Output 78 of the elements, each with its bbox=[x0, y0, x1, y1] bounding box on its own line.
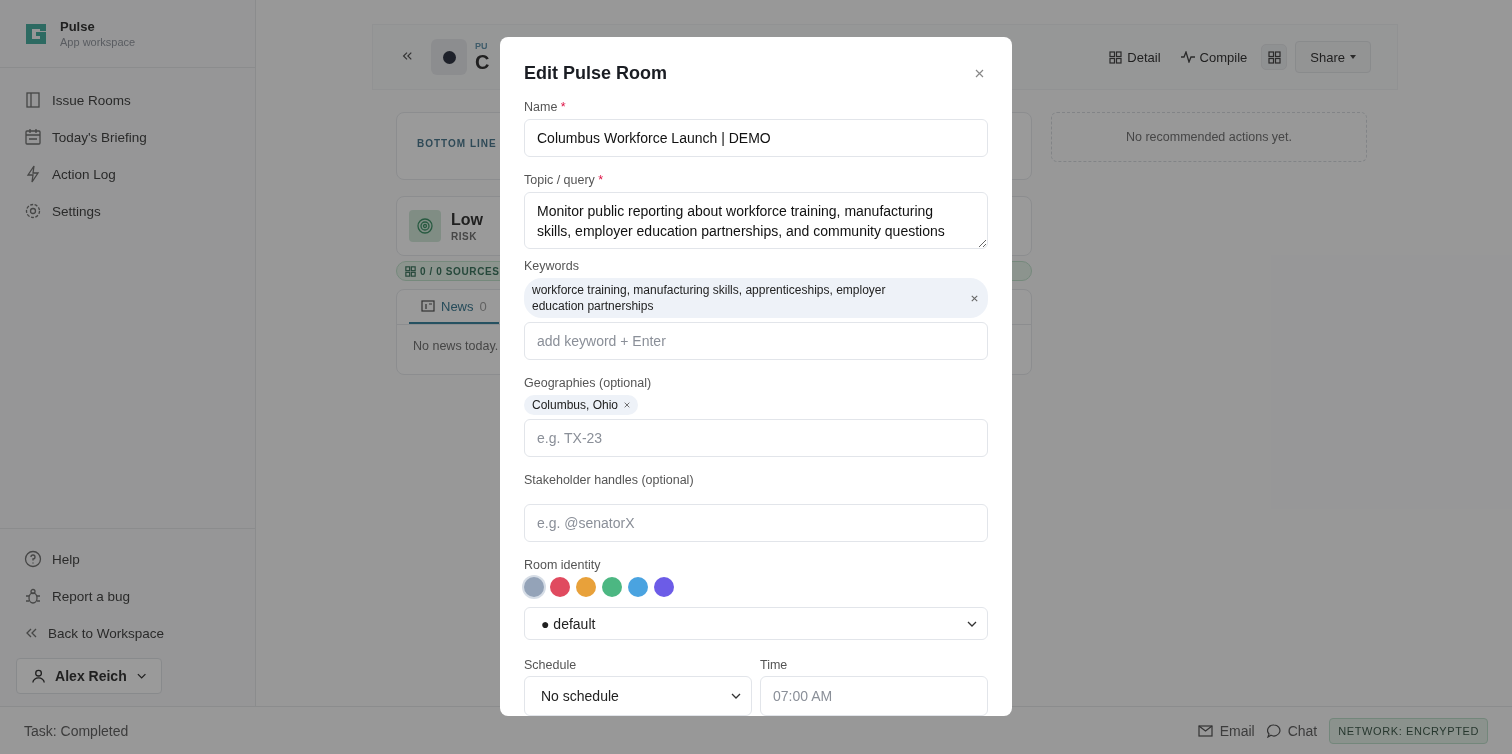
section-label: BOTTOM LINE bbox=[417, 138, 497, 149]
color-swatch[interactable] bbox=[524, 577, 544, 598]
double-chevron-icon bbox=[401, 49, 413, 62]
pulse-line-icon bbox=[1180, 51, 1195, 63]
keyword-field[interactable]: add keyword + Enter bbox=[524, 322, 988, 361]
target-icon bbox=[409, 210, 441, 242]
risk-label: RISK bbox=[451, 230, 478, 242]
remove-button[interactable] bbox=[971, 294, 978, 302]
close-icon bbox=[971, 294, 978, 302]
room-eyebrow: PU bbox=[475, 40, 489, 51]
nav-item[interactable]: Help bbox=[24, 547, 239, 571]
field-label: Topic / query * bbox=[524, 173, 605, 188]
chevron-down-icon bbox=[731, 693, 741, 699]
keyword-tag: workforce training, manufacturing skills, apprenticeships, employer education partnerships bbox=[524, 278, 988, 319]
help-icon bbox=[24, 550, 42, 568]
nav-item[interactable]: Report a bug bbox=[24, 584, 239, 608]
geography-tag: Columbus, Ohio bbox=[524, 395, 639, 416]
field-label: Name * bbox=[524, 100, 567, 115]
dot-icon bbox=[442, 50, 456, 64]
chevron-down-icon bbox=[967, 620, 977, 627]
calendar-icon bbox=[24, 128, 42, 146]
network-badge: NETWORK: ENCRYPTED bbox=[1329, 717, 1488, 744]
speech-bubble-icon bbox=[1266, 723, 1281, 738]
grid-icon bbox=[1267, 50, 1281, 64]
logo-icon bbox=[24, 21, 48, 46]
nav-item[interactable]: Back to Workspace bbox=[24, 621, 239, 645]
nav-item[interactable]: Today's Briefing bbox=[24, 125, 231, 149]
field-label: Keywords bbox=[524, 259, 580, 274]
caret-icon bbox=[1350, 55, 1356, 59]
door-icon bbox=[24, 91, 42, 109]
field-label: Schedule bbox=[524, 658, 578, 672]
empty-message: No news today. bbox=[413, 339, 499, 353]
field-label: Geographies (optional) bbox=[524, 376, 653, 391]
grid-icon bbox=[405, 265, 416, 277]
color-swatch[interactable] bbox=[576, 577, 596, 598]
double-chevron-icon bbox=[24, 626, 38, 640]
recommended-actions-panel: No recommended actions yet. bbox=[1051, 112, 1367, 162]
color-swatch[interactable] bbox=[628, 577, 648, 598]
nav-item[interactable]: Action Log bbox=[24, 162, 231, 186]
icon-select[interactable]: ● default bbox=[524, 607, 988, 640]
color-swatch[interactable] bbox=[550, 577, 570, 598]
name-field[interactable]: Columbus Workforce Launch | DEMO bbox=[524, 119, 988, 158]
layout-button[interactable] bbox=[1261, 44, 1288, 70]
color-swatch[interactable] bbox=[602, 577, 622, 598]
nav-item[interactable]: Settings bbox=[24, 199, 231, 223]
status-link[interactable]: Email bbox=[1197, 722, 1255, 739]
person-icon bbox=[31, 668, 47, 684]
schedule-select[interactable]: No schedule bbox=[524, 676, 752, 716]
geography-field[interactable]: e.g. TX-23 bbox=[524, 419, 988, 458]
field-label: Time bbox=[760, 658, 789, 672]
share-button[interactable]: Share bbox=[1295, 41, 1371, 73]
app-name: Pulse bbox=[60, 19, 96, 34]
nav-item[interactable]: Issue Rooms bbox=[24, 88, 231, 112]
lightning-icon bbox=[24, 165, 42, 183]
close-icon bbox=[624, 402, 631, 409]
field-label: Stakeholder handles (optional) bbox=[524, 473, 695, 488]
remove-button[interactable] bbox=[624, 402, 631, 409]
tab[interactable]: News 0 bbox=[409, 290, 499, 324]
stakeholder-field[interactable]: e.g. @senatorX bbox=[524, 504, 988, 543]
grid-icon bbox=[1109, 50, 1123, 64]
toolbar-button[interactable]: Compile bbox=[1174, 49, 1254, 65]
room-title: C bbox=[475, 50, 490, 74]
color-swatch[interactable] bbox=[654, 577, 674, 598]
bug-icon bbox=[24, 587, 42, 605]
settings-icon bbox=[24, 202, 42, 220]
time-field[interactable]: 07:00 AM bbox=[760, 676, 988, 716]
newspaper-icon bbox=[421, 300, 435, 312]
toolbar-button[interactable]: Detail bbox=[1103, 49, 1167, 65]
status-link[interactable]: Chat bbox=[1266, 722, 1318, 739]
envelope-icon bbox=[1197, 724, 1213, 737]
risk-level: Low bbox=[451, 210, 483, 229]
user-menu-button[interactable]: Alex Reich bbox=[16, 658, 162, 694]
task-status: Task: Completed bbox=[24, 722, 129, 739]
close-icon bbox=[975, 69, 984, 79]
field-label: Room identity bbox=[524, 558, 602, 573]
dialog-title: Edit Pulse Room bbox=[524, 63, 667, 85]
topic-field[interactable]: Monitor public reporting about workforce training, manufacturing skills, employer education partnerships, and community questions bbox=[524, 192, 988, 250]
app-subtitle: App workspace bbox=[60, 36, 136, 48]
